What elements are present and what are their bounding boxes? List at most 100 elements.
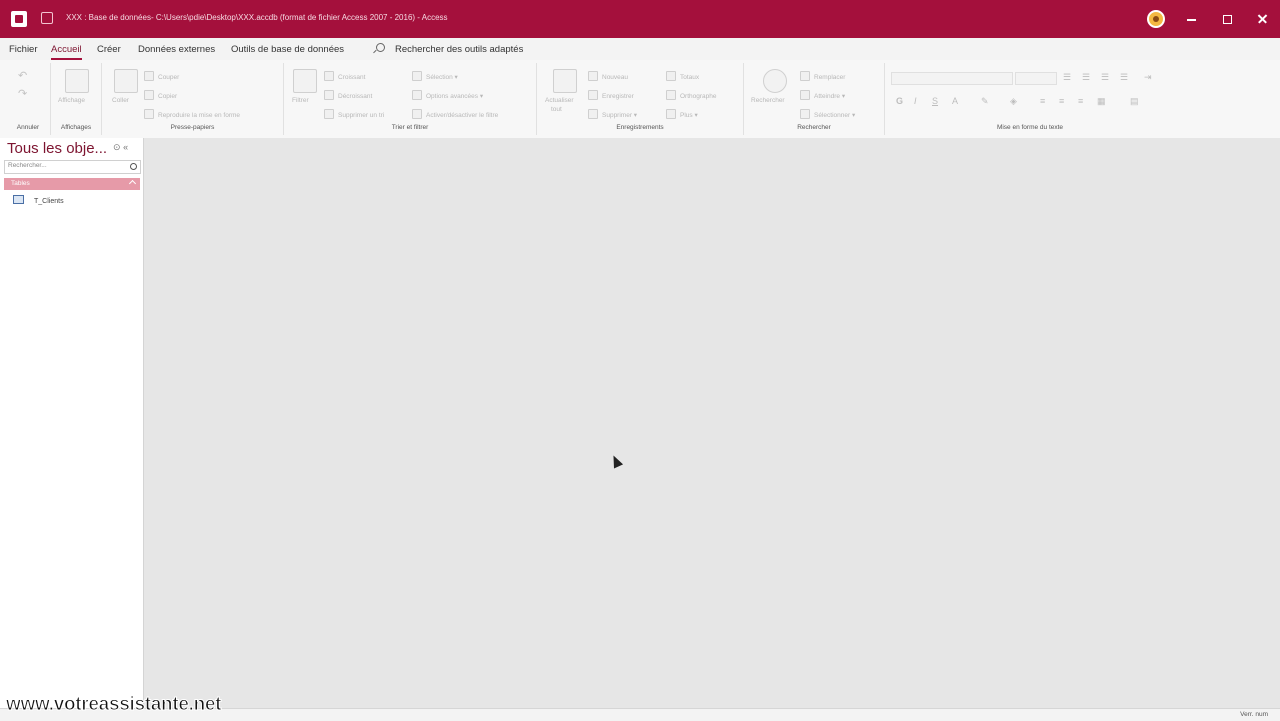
nav-group-tables[interactable]: Tables [4, 178, 140, 190]
highlight-icon[interactable]: ✎ [981, 96, 989, 107]
group-affichages: Affichage Affichages [51, 63, 102, 135]
save-record-label: Enregistrer [602, 93, 634, 100]
font-size-dropdown[interactable] [1015, 72, 1057, 85]
indent-icon[interactable]: ☰ [1120, 72, 1128, 83]
select-button[interactable]: Sélectionner ▾ [800, 109, 855, 119]
advanced-options-label: Options avancées [426, 93, 479, 100]
nav-search-input[interactable]: Rechercher... [4, 160, 141, 174]
new-record-label: Nouveau [602, 74, 629, 81]
restore-icon[interactable] [1216, 7, 1238, 31]
save-icon[interactable] [41, 12, 53, 24]
filter-icon[interactable] [293, 69, 317, 93]
group-label-enregistrements: Enregistrements [616, 124, 664, 131]
find-icon[interactable] [763, 69, 787, 93]
refresh-button[interactable]: Actualiser [545, 97, 574, 104]
paragraph-direction-icon[interactable]: ⇥ [1144, 72, 1152, 83]
bullets-icon[interactable]: ☰ [1063, 72, 1071, 83]
gridlines-icon[interactable]: ▦ [1097, 96, 1106, 107]
sort-desc-icon [324, 90, 334, 100]
format-painter-button[interactable]: Reproduire la mise en forme [144, 109, 240, 119]
totals-button[interactable]: Totaux [666, 71, 699, 81]
access-app-icon[interactable] [11, 11, 27, 27]
font-color-icon[interactable]: A [952, 96, 958, 106]
bold-icon[interactable]: G [896, 96, 903, 106]
sort-asc-button[interactable]: Croissant [324, 71, 365, 81]
toggle-filter-button[interactable]: Activer/désactiver le filtre [412, 109, 498, 119]
sort-desc-button[interactable]: Décroissant [324, 90, 372, 100]
align-left-icon[interactable]: ≡ [1040, 96, 1045, 106]
redo-icon[interactable]: ↷ [18, 87, 27, 100]
paste-button[interactable]: Coller [112, 97, 129, 104]
new-record-button[interactable]: Nouveau [588, 71, 628, 81]
sort-asc-label: Croissant [338, 74, 366, 81]
refresh-icon[interactable] [553, 69, 577, 93]
more-button[interactable]: Plus ▾ [666, 109, 698, 119]
underline-icon[interactable]: S [932, 96, 938, 106]
num-lock-indicator: Verr. num [1240, 711, 1268, 718]
font-family-dropdown[interactable] [891, 72, 1013, 85]
tab-accueil[interactable]: Accueil [51, 44, 82, 60]
remove-sort-label: Supprimer un tri [338, 112, 385, 119]
chevron-down-circle-icon[interactable]: ⊙ [113, 142, 121, 152]
tab-donnees-externes[interactable]: Données externes [138, 44, 215, 55]
collapse-pane-icon[interactable]: « [123, 142, 128, 152]
table-icon [13, 195, 24, 204]
tab-fichier[interactable]: Fichier [9, 44, 38, 55]
fill-color-icon[interactable]: ◈ [1010, 96, 1017, 107]
sigma-icon [666, 71, 676, 81]
delete-icon [588, 109, 598, 119]
format-painter-label: Reproduire la mise en forme [158, 112, 241, 119]
nav-object-t-clients[interactable]: T_Clients [13, 195, 64, 205]
new-record-icon [588, 71, 598, 81]
spelling-button[interactable]: Orthographe [666, 90, 717, 100]
group-trier-filtrer: Filtrer Croissant Décroissant Supprimer … [284, 63, 537, 135]
group-annuler: ↶ ↷ Annuler [6, 63, 51, 135]
group-rechercher: Rechercher Remplacer Atteindre ▾ Sélecti… [744, 63, 885, 135]
alternate-row-icon[interactable]: ▤ [1130, 96, 1139, 107]
ribbon-tabs: Fichier Accueil Créer Données externes O… [0, 38, 1280, 60]
outdent-icon[interactable]: ☰ [1101, 72, 1109, 83]
goto-button[interactable]: Atteindre ▾ [800, 90, 845, 100]
filter-button[interactable]: Filtrer [292, 97, 309, 104]
align-center-icon[interactable]: ≡ [1059, 96, 1064, 106]
search-icon [376, 43, 385, 52]
align-right-icon[interactable]: ≡ [1078, 96, 1083, 106]
brush-icon [144, 109, 154, 119]
paste-icon[interactable] [114, 69, 138, 93]
minimize-icon[interactable] [1181, 7, 1203, 31]
remove-sort-button[interactable]: Supprimer un tri [324, 109, 384, 119]
replace-button[interactable]: Remplacer [800, 71, 845, 81]
advanced-filter-icon [412, 90, 422, 100]
arrow-right-icon [800, 90, 810, 100]
group-label-mise-en-forme: Mise en forme du texte [996, 124, 1064, 131]
group-label-annuler: Annuler [16, 124, 40, 131]
cut-button[interactable]: Couper [144, 71, 179, 81]
tab-creer[interactable]: Créer [97, 44, 121, 55]
selection-icon [412, 71, 422, 81]
user-avatar[interactable] [1147, 10, 1165, 28]
search-icon [130, 163, 137, 170]
view-icon[interactable] [65, 69, 89, 93]
italic-icon[interactable]: I [914, 96, 917, 106]
selection-button[interactable]: Sélection ▾ [412, 71, 458, 81]
delete-record-button[interactable]: Supprimer ▾ [588, 109, 637, 119]
tell-me-label: Rechercher des outils adaptés [395, 44, 524, 55]
find-button[interactable]: Rechercher [751, 97, 785, 104]
tell-me-search[interactable]: Rechercher des outils adaptés [376, 43, 523, 55]
close-icon[interactable] [1252, 7, 1274, 31]
advanced-options-button[interactable]: Options avancées ▾ [412, 90, 483, 100]
undo-icon[interactable]: ↶ [18, 69, 27, 82]
numbering-icon[interactable]: ☰ [1082, 72, 1090, 83]
group-presse-papiers: Coller Couper Copier Reproduire la mise … [102, 63, 284, 135]
ribbon: ↶ ↷ Annuler Affichage Affichages Coller … [0, 60, 1280, 189]
nav-pane-title[interactable]: Tous les obje... [7, 140, 107, 157]
copy-button[interactable]: Copier [144, 90, 177, 100]
nav-pane-controls: ⊙ « [113, 142, 128, 153]
nav-object-label: T_Clients [34, 198, 64, 205]
tab-outils-bdd[interactable]: Outils de base de données [231, 44, 344, 55]
chevron-up-icon [128, 179, 137, 188]
view-button[interactable]: Affichage [58, 97, 85, 104]
goto-label: Atteindre [814, 93, 841, 100]
save-record-button[interactable]: Enregistrer [588, 90, 634, 100]
group-label-trier-filtrer: Trier et filtrer [391, 124, 429, 131]
